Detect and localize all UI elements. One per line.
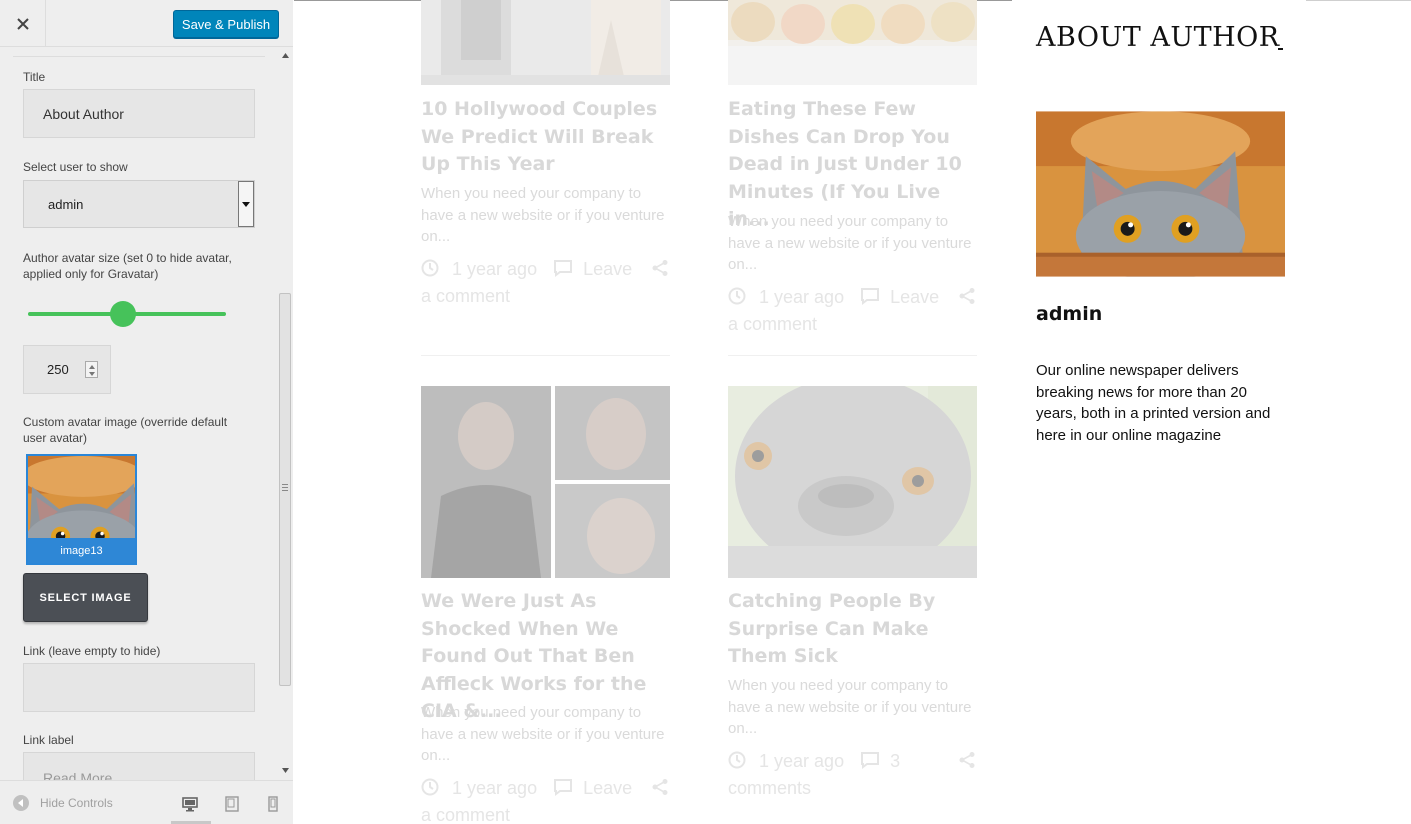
post-card[interactable]: We Were Just As Shocked When We Found Ou… (421, 386, 670, 824)
post-title[interactable]: Catching People By Surprise Can Make The… (728, 588, 977, 671)
comments-link[interactable]: Leave (583, 778, 632, 798)
save-publish-button[interactable]: Save & Publish (173, 10, 279, 38)
share-icon[interactable] (959, 288, 975, 304)
post-meta: 1 year ago 3 comments (728, 748, 978, 802)
avatar-size-value: 250 (47, 362, 69, 377)
scroll-up-icon[interactable] (282, 53, 289, 58)
close-button[interactable] (0, 0, 46, 47)
panel-header: Save & Publish (0, 0, 293, 47)
grip-icon (282, 484, 288, 491)
divider (13, 56, 265, 57)
customizer-panel: Save & Publish Title About Author Select… (0, 0, 293, 824)
post-time: 1 year ago (452, 259, 538, 279)
post-excerpt: When you need your company to have a new… (421, 185, 665, 245)
post-meta: 1 year ago Leave a comment (421, 256, 671, 310)
panel-scrollbar[interactable] (278, 47, 293, 780)
share-icon[interactable] (652, 260, 668, 276)
hide-controls-label: Hide Controls (40, 796, 113, 810)
share-icon[interactable] (652, 779, 668, 795)
tablet-icon[interactable] (224, 796, 240, 812)
avatar-size-slider-handle[interactable] (110, 301, 136, 327)
clock-icon (728, 287, 746, 305)
clock-icon (421, 259, 439, 277)
select-image-button[interactable]: SELECT IMAGE (23, 573, 148, 622)
user-select-value: admin (48, 196, 84, 212)
widget-title: ABOUT AUTHOR (1036, 22, 1280, 53)
panel-body: Title About Author Select user to show a… (0, 47, 293, 780)
author-bio: Our online newspaper delivers breaking n… (1036, 362, 1271, 444)
mobile-icon[interactable] (265, 796, 281, 812)
avatar-size-label: Author avatar size (set 0 to hide avatar… (23, 251, 232, 281)
divider (421, 355, 670, 356)
post-thumbnail[interactable] (421, 0, 670, 85)
chevron-down-icon (242, 201, 250, 207)
post-excerpt: When you need your company to have a new… (728, 677, 972, 737)
custom-avatar-label: Custom avatar image (override default us… (23, 415, 228, 445)
comments-link-2[interactable]: a comment (421, 805, 510, 824)
cat-image (1036, 111, 1285, 277)
link-text-label: Link label (23, 733, 74, 747)
post-meta: 1 year ago Leave a comment (728, 284, 978, 338)
avatar-size-input[interactable]: 250 (23, 345, 111, 394)
comment-icon (554, 779, 573, 796)
comments-link[interactable]: Leave (890, 287, 939, 307)
site-preview: 10 Hollywood Couples We Predict Will Bre… (294, 0, 1411, 824)
post-thumbnail[interactable] (728, 0, 977, 85)
desktop-icon[interactable] (182, 796, 198, 812)
post-meta: 1 year ago Leave a comment (421, 775, 671, 824)
post-thumbnail[interactable] (421, 386, 670, 578)
post-thumbnail[interactable] (728, 386, 977, 578)
food-photo (728, 0, 977, 85)
comments-link-2[interactable]: comments (728, 778, 811, 798)
number-spinner[interactable] (85, 361, 98, 378)
chevron-up-icon[interactable] (89, 365, 95, 369)
post-card[interactable]: Catching People By Surprise Can Make The… (728, 386, 977, 824)
chevron-down-icon[interactable] (89, 372, 95, 376)
author-name: admin (1036, 303, 1103, 325)
clock-icon (421, 778, 439, 796)
post-card[interactable]: 10 Hollywood Couples We Predict Will Bre… (421, 0, 670, 356)
collapse-icon (13, 795, 29, 811)
custom-avatar-thumbnail[interactable]: image13 (26, 454, 137, 565)
post-excerpt: When you need your company to have a new… (421, 704, 665, 764)
thumbnail-caption: image13 (28, 538, 135, 563)
couple-photo (421, 0, 670, 85)
comment-icon (554, 260, 573, 277)
ben-affleck-photo (421, 386, 670, 578)
link-text-input[interactable]: Read More (23, 752, 255, 780)
comments-link[interactable]: Leave (583, 259, 632, 279)
select-arrow[interactable] (238, 181, 254, 227)
close-icon (16, 17, 29, 30)
comments-link-2[interactable]: a comment (728, 314, 817, 334)
panel-footer: Hide Controls (0, 780, 293, 824)
user-select[interactable]: admin (23, 180, 255, 228)
post-card[interactable]: Eating These Few Dishes Can Drop You Dea… (728, 0, 977, 356)
title-input[interactable]: About Author (23, 89, 255, 138)
scrollbar-thumb[interactable] (279, 293, 291, 686)
ostrich-photo (728, 386, 977, 578)
share-icon[interactable] (959, 752, 975, 768)
comments-link-2[interactable]: a comment (421, 286, 510, 306)
post-excerpt: When you need your company to have a new… (728, 213, 972, 273)
post-time: 1 year ago (759, 287, 845, 307)
title-label: Title (23, 70, 46, 84)
title-underline (1278, 48, 1283, 50)
scroll-down-icon[interactable] (282, 768, 289, 773)
link-label: Link (leave empty to hide) (23, 644, 161, 658)
link-input[interactable] (23, 663, 255, 712)
post-title[interactable]: 10 Hollywood Couples We Predict Will Bre… (421, 96, 670, 179)
comments-link[interactable]: 3 (890, 751, 900, 771)
comment-icon (861, 288, 880, 305)
clock-icon (728, 751, 746, 769)
hide-controls-button[interactable]: Hide Controls (13, 795, 113, 811)
user-select-label: Select user to show (23, 160, 128, 174)
author-avatar (1036, 111, 1285, 277)
divider (728, 355, 977, 356)
post-time: 1 year ago (452, 778, 538, 798)
post-time: 1 year ago (759, 751, 845, 771)
widget-form: Title About Author Select user to show a… (13, 47, 265, 780)
comment-icon (861, 752, 880, 769)
top-border (1306, 0, 1411, 1)
